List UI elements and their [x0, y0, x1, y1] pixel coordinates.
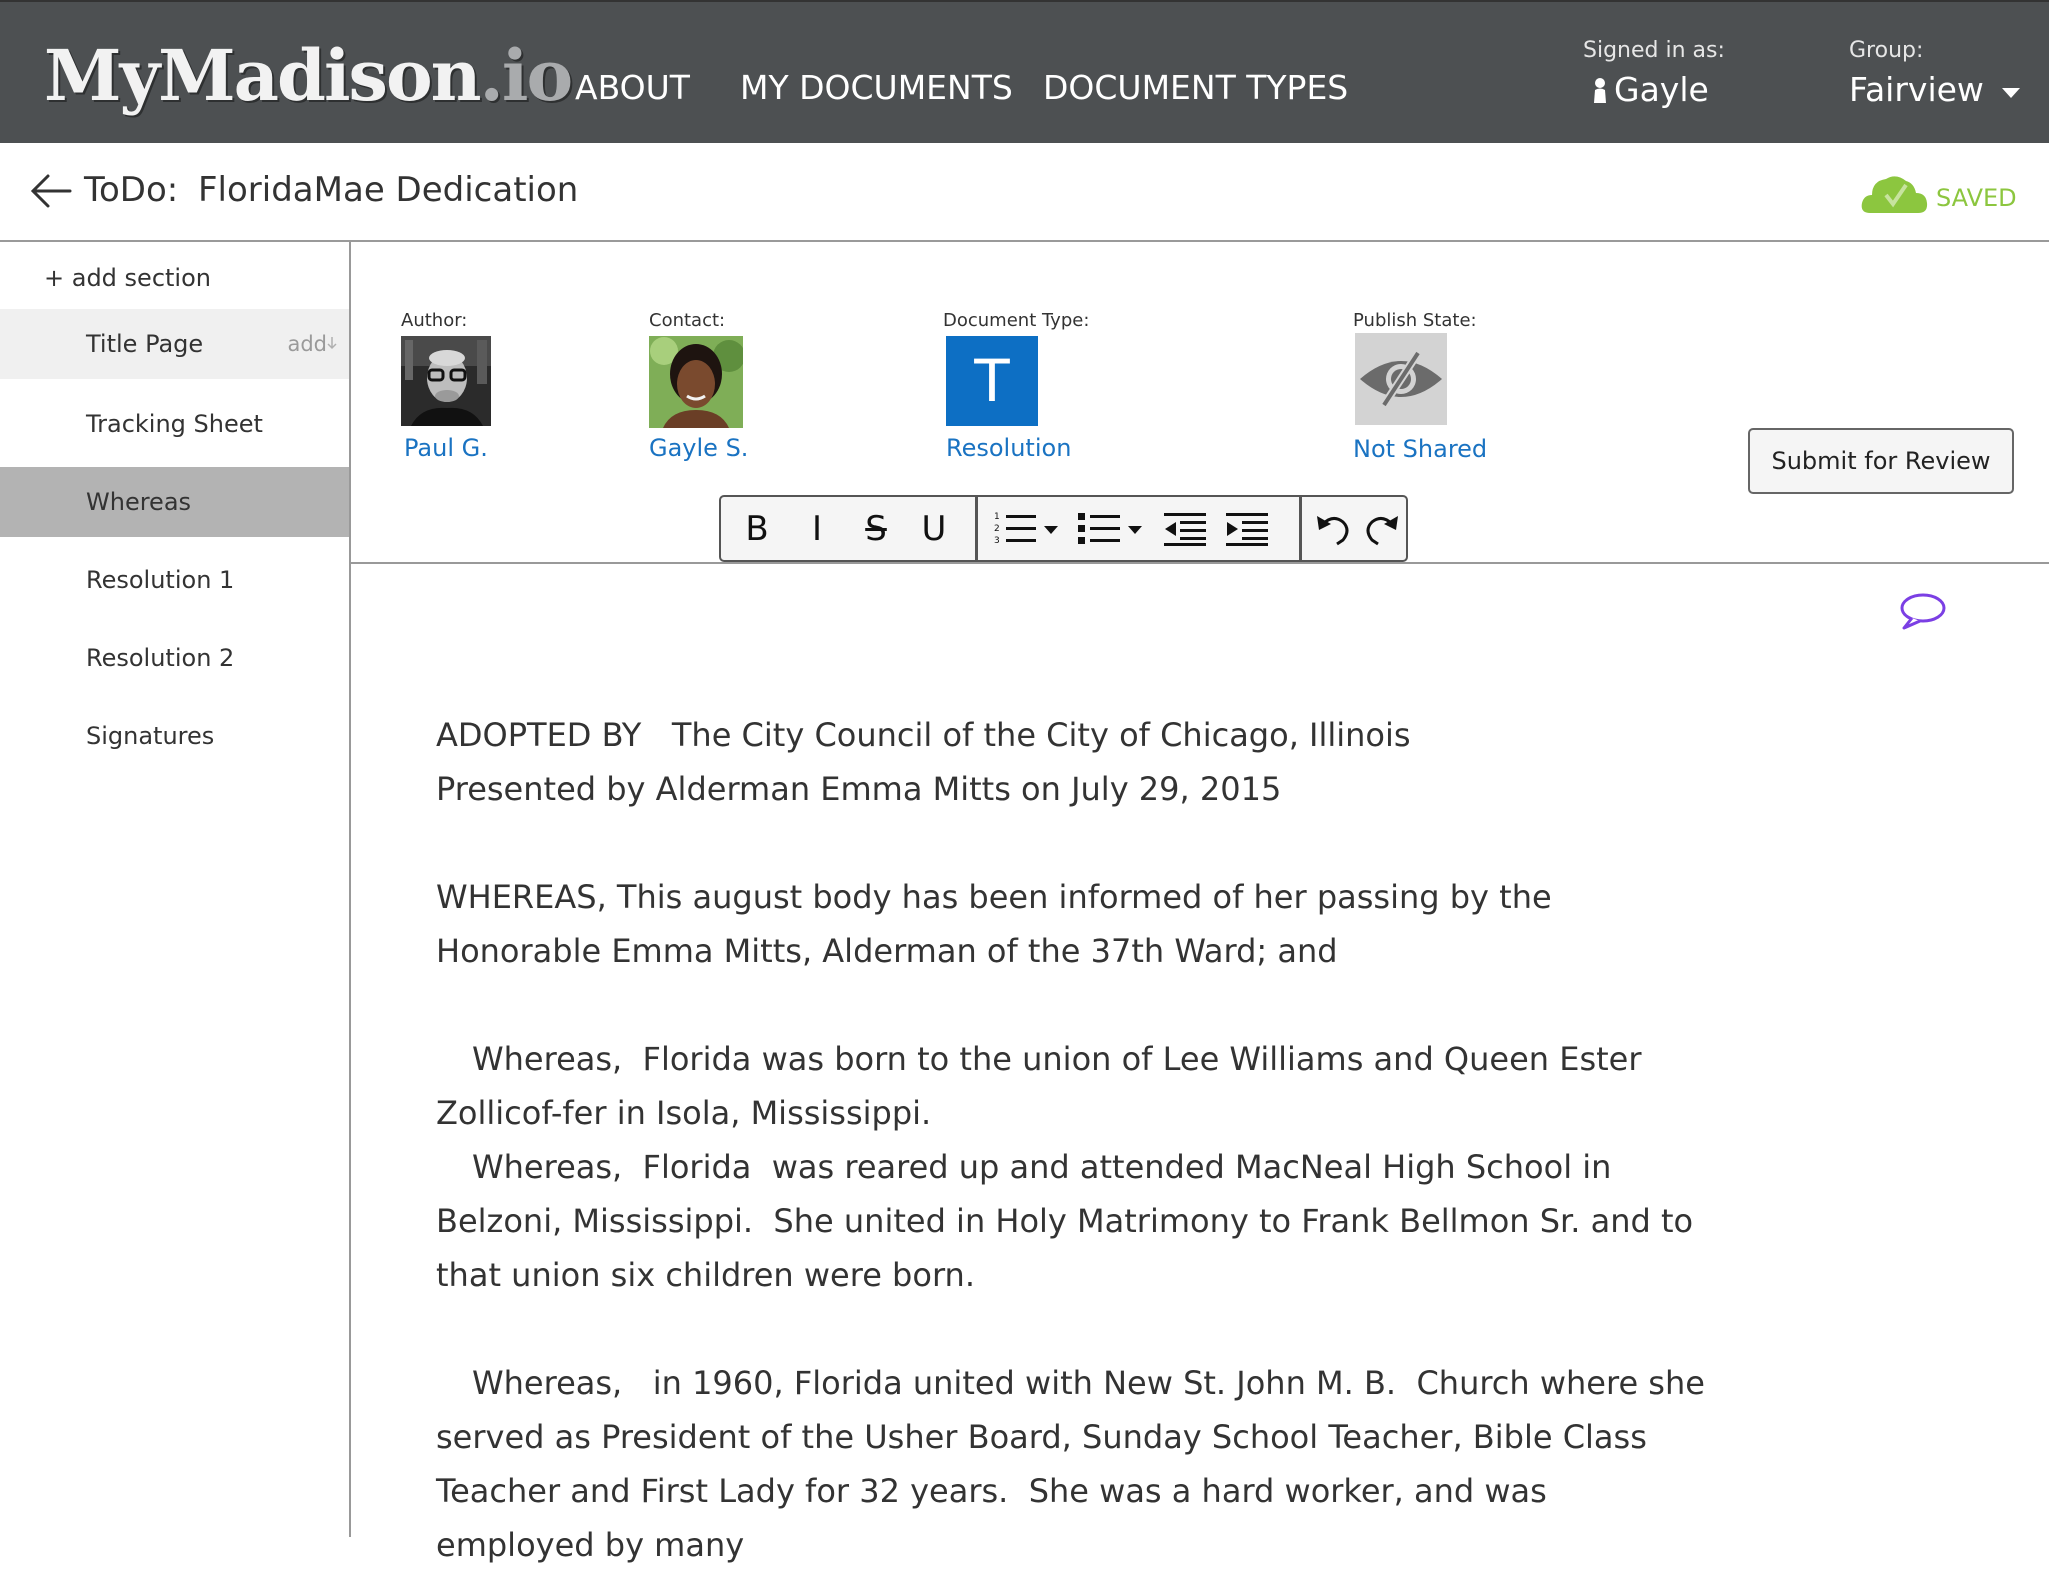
bullet-list-icon — [1078, 512, 1142, 544]
sidebar-item-label: Resolution 2 — [86, 644, 235, 672]
indent-icon — [1226, 512, 1268, 546]
svg-text:3: 3 — [994, 536, 1000, 546]
doctype-link[interactable]: Resolution — [946, 434, 1071, 462]
sidebar-item-label: Resolution 1 — [86, 566, 235, 594]
contact-avatar[interactable] — [649, 336, 743, 428]
presented-by-line: Presented by Alderman Emma Mitts on July… — [436, 770, 1282, 808]
doctype-icon[interactable]: T — [946, 336, 1038, 426]
document-editor[interactable]: ADOPTED BY The City Council of the City … — [436, 708, 1706, 1572]
contact-label: Contact: — [649, 310, 726, 331]
save-status: SAVED — [1860, 171, 2017, 215]
document-header: ToDo: FloridaMae Dedication SAVED — [0, 143, 2049, 242]
sections-sidebar: + add section Title Page add Tracking Sh… — [0, 242, 351, 1537]
comment-icon[interactable] — [1898, 592, 1948, 632]
sidebar-item-title-page[interactable]: Title Page add — [0, 309, 349, 379]
nav-my-documents[interactable]: MY DOCUMENTS — [740, 68, 1013, 108]
sidebar-item-label: Whereas — [86, 488, 192, 516]
user-name: Gayle — [1614, 70, 1709, 109]
group-label: Group: — [1849, 38, 1924, 63]
svg-text:1: 1 — [994, 512, 1000, 522]
add-subsection-button[interactable]: add — [287, 309, 337, 379]
publish-state-link[interactable]: Not Shared — [1353, 435, 1487, 463]
bullet-list-button[interactable] — [1070, 497, 1154, 560]
chevron-down-icon — [2001, 87, 2020, 98]
saved-label: SAVED — [1936, 184, 2017, 212]
top-navbar: MyMadison.io ABOUT MY DOCUMENTS DOCUMENT… — [0, 0, 2049, 143]
contact-link[interactable]: Gayle S. — [649, 434, 748, 462]
arrow-down-icon — [327, 337, 337, 350]
nav-document-types[interactable]: DOCUMENT TYPES — [1043, 68, 1348, 108]
publish-state-button[interactable] — [1355, 333, 1447, 425]
sidebar-item-label: Title Page — [86, 330, 204, 358]
cloud-check-icon — [1861, 176, 1928, 213]
author-link[interactable]: Paul G. — [404, 434, 488, 462]
back-arrow-icon[interactable] — [30, 173, 72, 209]
user-icon — [1594, 77, 1606, 103]
sidebar-item-tracking-sheet[interactable]: Tracking Sheet — [0, 389, 349, 459]
undo-icon — [1317, 515, 1349, 545]
author-label: Author: — [401, 310, 468, 331]
numbered-list-button[interactable]: 1 2 3 — [986, 497, 1070, 560]
adopted-by-line: ADOPTED BY The City Council of the City … — [436, 716, 1411, 754]
publish-state-label: Publish State: — [1353, 310, 1477, 331]
group-dropdown[interactable]: Fairview — [1849, 70, 2020, 109]
add-section-button[interactable]: + add section — [44, 264, 211, 292]
sidebar-item-whereas[interactable]: Whereas — [0, 467, 349, 537]
undo-button[interactable] — [1308, 497, 1358, 560]
sidebar-item-signatures[interactable]: Signatures — [0, 701, 349, 771]
author-avatar[interactable] — [401, 336, 491, 426]
signed-in-label: Signed in as: — [1583, 38, 1725, 63]
page-title: FloridaMae Dedication — [198, 170, 579, 210]
outdent-icon — [1164, 512, 1206, 546]
numbered-list-icon: 1 2 3 — [994, 512, 1058, 546]
redo-icon — [1366, 515, 1398, 545]
submit-for-review-button[interactable]: Submit for Review — [1748, 428, 2014, 494]
doctype-label: Document Type: — [943, 310, 1090, 331]
underline-button[interactable]: U — [905, 497, 963, 560]
sidebar-item-label: Signatures — [86, 722, 215, 750]
whereas-paragraph-4: Whereas, in 1960, Florida united with Ne… — [436, 1364, 1716, 1564]
redo-button[interactable] — [1358, 497, 1406, 560]
editor-divider — [351, 562, 2049, 564]
whereas-paragraph-3: Whereas, Florida was reared up and atten… — [436, 1148, 1704, 1294]
eye-slash-icon — [1360, 351, 1442, 407]
sidebar-item-resolution-2[interactable]: Resolution 2 — [0, 623, 349, 693]
italic-button[interactable]: I — [787, 497, 847, 560]
outdent-button[interactable] — [1154, 497, 1216, 560]
formatting-toolbar: B I S U 1 2 3 — [719, 495, 1408, 562]
whereas-paragraph-1: WHEREAS, This august body has been infor… — [436, 878, 1552, 970]
group-value: Fairview — [1849, 70, 1984, 109]
app-logo[interactable]: MyMadison.io — [44, 36, 573, 116]
user-menu[interactable]: Gayle — [1592, 70, 1709, 109]
svg-text:2: 2 — [994, 524, 1000, 534]
bold-button[interactable]: B — [727, 497, 787, 560]
nav-about[interactable]: ABOUT — [575, 68, 690, 108]
sidebar-item-resolution-1[interactable]: Resolution 1 — [0, 545, 349, 615]
sidebar-item-label: Tracking Sheet — [86, 410, 263, 438]
indent-button[interactable] — [1216, 497, 1278, 560]
todo-label: ToDo: — [84, 170, 179, 210]
strikethrough-button[interactable]: S — [847, 497, 905, 560]
whereas-paragraph-2: Whereas, Florida was born to the union o… — [436, 1040, 1652, 1132]
